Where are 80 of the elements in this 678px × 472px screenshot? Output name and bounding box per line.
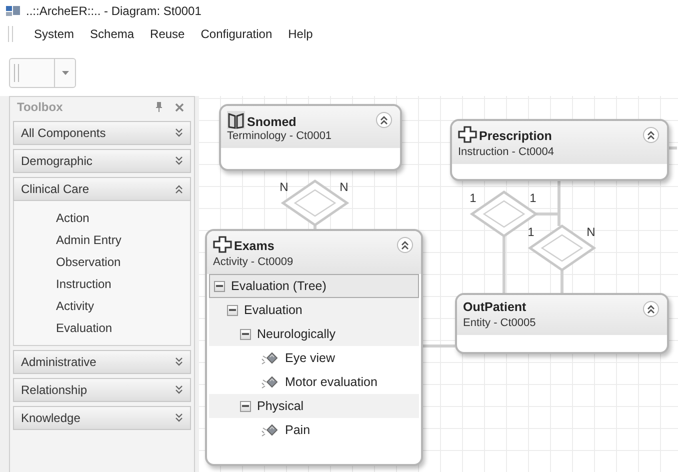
cross-icon bbox=[458, 126, 477, 143]
pin-icon bbox=[155, 102, 163, 112]
tree-row[interactable]: Evaluation bbox=[209, 298, 419, 322]
minus-icon bbox=[242, 333, 249, 335]
entity-subtitle: Entity - Ct0005 bbox=[463, 317, 537, 329]
collapse-toggle[interactable] bbox=[240, 400, 251, 412]
toolbox-section-header[interactable]: Clinical Care bbox=[13, 177, 191, 201]
minus-icon bbox=[216, 285, 223, 287]
toolbox-section-header[interactable]: Knowledge bbox=[13, 406, 191, 430]
collapse-button[interactable] bbox=[397, 237, 413, 253]
connector-line bbox=[560, 270, 564, 293]
collapse-button[interactable] bbox=[643, 301, 659, 317]
entity-subtitle: Activity - Ct0009 bbox=[213, 256, 294, 268]
toolbox-title: Toolbox bbox=[17, 100, 64, 114]
collapse-toggle[interactable] bbox=[240, 328, 251, 340]
cardinality-label: N bbox=[280, 180, 288, 194]
collapse-toggle[interactable] bbox=[227, 304, 238, 316]
entity-name: Exams bbox=[234, 239, 274, 253]
diamond-icon bbox=[261, 350, 279, 366]
cardinality-label: N bbox=[586, 225, 596, 239]
collapse-toggle[interactable] bbox=[214, 280, 225, 292]
entity-name: OutPatient bbox=[463, 300, 526, 314]
toolbox-item[interactable]: Admin Entry bbox=[14, 229, 190, 251]
menu-item[interactable]: Help bbox=[281, 25, 320, 43]
diamond-icon bbox=[261, 422, 279, 438]
entity-card[interactable]: Prescription Instruction - Ct0004 bbox=[450, 119, 669, 181]
tree-row[interactable]: Motor evaluation bbox=[209, 370, 419, 394]
expand-chevron-icon bbox=[175, 413, 183, 423]
toolbox-section-header[interactable]: Administrative bbox=[13, 350, 191, 374]
tree-row[interactable]: Evaluation (Tree) bbox=[209, 274, 419, 298]
tree-row[interactable]: Neurologically bbox=[209, 322, 419, 346]
minus-icon bbox=[229, 309, 236, 311]
entity-subtitle: Instruction - Ct0004 bbox=[458, 146, 555, 158]
menu-item[interactable]: Reuse bbox=[143, 25, 192, 43]
double-chevron-up-icon bbox=[380, 116, 388, 124]
menu-item[interactable]: Configuration bbox=[194, 25, 280, 43]
expand-chevron-icon bbox=[175, 357, 183, 367]
cross-icon bbox=[213, 236, 232, 253]
connector-line bbox=[423, 344, 455, 348]
double-chevron-up-icon bbox=[647, 304, 655, 314]
cardinality-label: N bbox=[340, 180, 348, 194]
collapse-chevron-icon bbox=[175, 184, 183, 194]
connector-line bbox=[669, 146, 677, 150]
toolbox-item[interactable]: Instruction bbox=[14, 273, 190, 295]
entity-name: Prescription bbox=[479, 129, 552, 143]
entity-subtitle: Terminology - Ct0001 bbox=[227, 130, 333, 142]
book-icon bbox=[227, 111, 245, 129]
expand-chevron-icon bbox=[175, 128, 183, 138]
entity-card[interactable]: Snomed Terminology - Ct0001 bbox=[219, 104, 402, 171]
app-icon bbox=[6, 5, 20, 17]
menu-item[interactable]: System bbox=[27, 25, 82, 43]
entity-card[interactable]: OutPatient Entity - Ct0005 bbox=[455, 293, 669, 354]
menu-item[interactable]: Schema bbox=[83, 25, 142, 43]
toolbox-item[interactable]: Observation bbox=[14, 251, 190, 273]
connector-line bbox=[502, 236, 506, 293]
toolbox-item[interactable]: Action bbox=[14, 207, 190, 229]
tree-row[interactable]: Physical bbox=[209, 394, 419, 418]
collapse-button[interactable] bbox=[643, 127, 659, 143]
tree-row[interactable]: Pain bbox=[209, 418, 419, 442]
toolbox-item[interactable]: Evaluation bbox=[14, 317, 190, 339]
expand-chevron-icon bbox=[175, 156, 183, 166]
tree-row[interactable]: Eye view bbox=[209, 346, 419, 370]
entity-name: Snomed bbox=[247, 115, 296, 129]
expand-chevron-icon bbox=[175, 385, 183, 395]
entity-card[interactable]: Exams Activity - Ct0009 Evaluation (Tree) Evaluation Neurologically Eye view Motor evaluation Physical Pain bbox=[205, 229, 423, 466]
close-icon bbox=[175, 102, 184, 112]
toolbox-section-header[interactable]: Relationship bbox=[13, 378, 191, 402]
minus-icon bbox=[242, 405, 249, 407]
cardinality-label: 1 bbox=[470, 191, 476, 205]
toolbox-item[interactable]: Activity bbox=[14, 295, 190, 317]
collapse-button[interactable] bbox=[376, 112, 392, 128]
cardinality-label: 1 bbox=[530, 191, 536, 205]
double-chevron-up-icon bbox=[401, 240, 409, 250]
diamond-icon bbox=[261, 374, 279, 390]
toolbox-section-header[interactable]: Demographic bbox=[13, 149, 191, 173]
toolbox-section-header[interactable]: All Components bbox=[13, 121, 191, 145]
double-chevron-up-icon bbox=[647, 130, 655, 140]
caret-icon bbox=[62, 71, 68, 75]
cardinality-label: 1 bbox=[528, 225, 534, 239]
window-title: ..::ArcheER::.. - Diagram: St0001 bbox=[26, 4, 202, 18]
